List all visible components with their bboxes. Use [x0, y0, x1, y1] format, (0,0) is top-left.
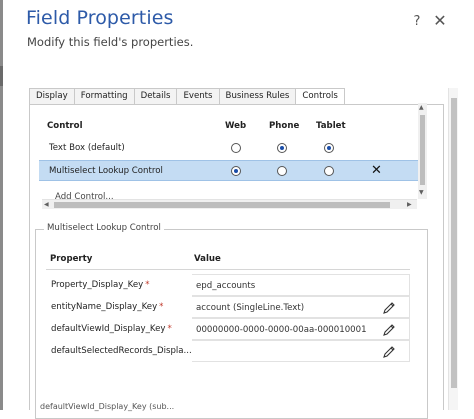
web-column-header: Web: [225, 121, 247, 131]
control-column-header: Control: [47, 121, 83, 131]
web-radio[interactable]: [231, 143, 241, 153]
scroll-down-icon[interactable]: ▼: [419, 189, 424, 197]
property-label: Property_Display_Key *: [51, 280, 150, 290]
property-value-cell[interactable]: 00000000-0000-0000-00aa-000010001...: [192, 318, 410, 340]
header-divider: [46, 269, 410, 270]
required-marker: *: [159, 302, 164, 312]
controls-horizontal-scrollbar[interactable]: ◀ ▶: [42, 199, 417, 209]
property-column-header: Property: [50, 254, 93, 264]
required-marker: *: [167, 324, 172, 334]
property-row: defaultSelectedRecords_Displa...: [46, 340, 410, 362]
tab-business-rules[interactable]: Business Rules: [219, 88, 297, 104]
property-value: account (SingleLine.Text): [196, 303, 305, 313]
property-row: entityName_Display_Key * account (SingleL…: [46, 296, 410, 318]
web-radio[interactable]: [231, 166, 241, 176]
edit-pencil-icon[interactable]: [382, 345, 396, 359]
control-row-multiselect-lookup[interactable]: Multiselect Lookup Control ✕: [39, 160, 418, 181]
dialog-title: Field Properties: [26, 7, 174, 29]
property-label: entityName_Display_Key *: [51, 302, 164, 312]
property-label: defaultSelectedRecords_Displa...: [51, 346, 192, 356]
tablet-radio[interactable]: [324, 143, 334, 153]
tablet-column-header: Tablet: [316, 121, 346, 131]
help-icon[interactable]: ?: [410, 14, 424, 30]
scroll-up-icon[interactable]: ▲: [419, 104, 424, 112]
left-edge-notch: [0, 66, 3, 86]
properties-group-legend: Multiselect Lookup Control: [44, 223, 164, 233]
control-row-label: Multiselect Lookup Control: [49, 166, 163, 176]
close-icon[interactable]: ✕: [432, 12, 448, 30]
remove-control-icon[interactable]: ✕: [371, 164, 382, 177]
control-row-label: Text Box (default): [49, 143, 125, 153]
tab-events[interactable]: Events: [177, 88, 220, 104]
tab-controls[interactable]: Controls: [296, 88, 345, 105]
tablet-radio[interactable]: [324, 166, 334, 176]
controls-tab-panel: Control Web Phone Tablet Text Box (defau…: [29, 103, 444, 419]
phone-column-header: Phone: [269, 121, 300, 131]
property-value-cell[interactable]: epd_accounts: [192, 274, 410, 296]
controls-vertical-scrollbar[interactable]: ▲ ▼: [418, 103, 427, 199]
tab-strip: Display Formatting Details Events Busine…: [29, 88, 345, 105]
properties-group: Multiselect Lookup Control Property Valu…: [35, 223, 428, 419]
field-properties-dialog: Field Properties Modify this field's pro…: [0, 0, 474, 419]
edit-pencil-icon[interactable]: [382, 301, 396, 315]
property-value-cell[interactable]: account (SingleLine.Text): [192, 296, 410, 318]
scroll-right-icon[interactable]: ▶: [407, 200, 412, 210]
scroll-left-icon[interactable]: ◀: [44, 200, 49, 210]
property-value: epd_accounts: [196, 281, 256, 291]
dialog-subtitle: Modify this field's properties.: [27, 35, 194, 49]
control-row-text-box[interactable]: Text Box (default): [39, 138, 418, 159]
controls-grid: Control Web Phone Tablet Text Box (defau…: [39, 103, 427, 202]
scrollbar-thumb[interactable]: [420, 115, 425, 185]
dialog-vertical-scrollbar[interactable]: [448, 88, 458, 410]
property-row: defaultViewId_Display_Key * 00000000-0000…: [46, 318, 410, 340]
required-marker: *: [145, 280, 150, 290]
value-column-header: Value: [194, 254, 221, 264]
tab-formatting[interactable]: Formatting: [74, 88, 135, 104]
tab-details[interactable]: Details: [134, 88, 178, 104]
property-label: defaultViewId_Display_Key *: [51, 324, 172, 334]
tab-display[interactable]: Display: [29, 88, 75, 104]
scrollbar-thumb[interactable]: [451, 98, 457, 388]
phone-radio[interactable]: [277, 143, 287, 153]
phone-radio[interactable]: [277, 166, 287, 176]
edit-pencil-icon[interactable]: [382, 323, 396, 337]
left-edge-bar: [0, 0, 3, 410]
property-row: Property_Display_Key * epd_accounts: [46, 274, 410, 296]
property-value-cell[interactable]: [192, 340, 410, 362]
scrollbar-thumb[interactable]: [54, 202, 390, 208]
property-value: 00000000-0000-0000-00aa-000010001...: [196, 325, 366, 335]
